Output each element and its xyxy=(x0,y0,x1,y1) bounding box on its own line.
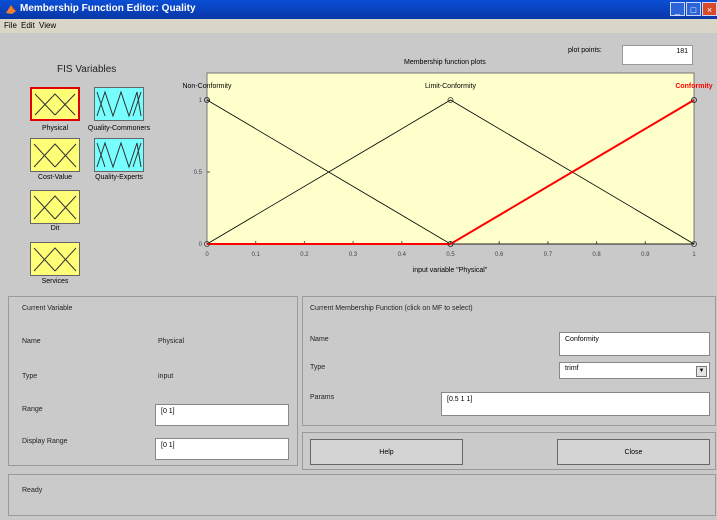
membership-function-plot[interactable]: 0 0.1 0.2 0.3 0.4 0.5 0.6 0.7 0.8 0.9 1 0 0.5 1 Non-… xyxy=(180,66,717,286)
x-tick-label: 0 xyxy=(205,252,209,258)
minimize-button[interactable]: _ xyxy=(670,2,685,16)
x-tick-label: 0.1 xyxy=(252,252,261,258)
display-range-input[interactable]: [0 1] xyxy=(155,438,289,460)
x-axis-label: input variable "Physical" xyxy=(413,267,488,274)
menu-edit[interactable]: Edit xyxy=(21,21,35,30)
fis-variables-heading: FIS Variables xyxy=(57,64,117,75)
mf-params-label: Params xyxy=(310,394,335,401)
mf-type-value: trimf xyxy=(565,365,579,372)
var-cost-value-button[interactable] xyxy=(30,138,80,172)
y-tick-label: 0.5 xyxy=(194,170,203,176)
mf-icon xyxy=(96,90,142,118)
range-input[interactable]: [0 1] xyxy=(155,404,289,426)
var-name-label: Name xyxy=(22,338,41,345)
var-dit-label: Dit xyxy=(50,225,60,232)
x-tick-label: 0.3 xyxy=(349,252,358,258)
close-window-button[interactable]: × xyxy=(702,2,717,16)
mf-icon xyxy=(33,247,77,272)
current-variable-heading: Current Variable xyxy=(22,305,73,312)
var-range-label: Range xyxy=(22,406,43,413)
matlab-logo-icon xyxy=(6,5,16,14)
plot-points-input[interactable]: 181 xyxy=(622,45,693,65)
plot-area xyxy=(206,72,695,245)
var-quality-experts-label: Quality-Experts xyxy=(95,174,143,181)
title-bar: Membership Function Editor: Quality _ □ … xyxy=(0,0,717,19)
mf-label-limit-conformity[interactable]: Limit-Conformity xyxy=(425,83,476,90)
y-tick-label: 1 xyxy=(199,98,203,104)
maximize-button[interactable]: □ xyxy=(686,2,701,16)
x-tick-label: 0.7 xyxy=(544,252,553,258)
mf-name-input[interactable]: Conformity xyxy=(559,332,710,356)
close-button[interactable]: Close xyxy=(557,439,710,465)
mf-name-label: Name xyxy=(310,336,329,343)
x-tick-label: 0.5 xyxy=(446,252,455,258)
status-panel xyxy=(8,474,716,516)
x-tick-label: 0.4 xyxy=(398,252,407,258)
var-quality-commoners-button[interactable] xyxy=(94,87,144,121)
x-tick-label: 1 xyxy=(692,252,696,258)
var-type-label: Type xyxy=(22,373,38,380)
help-button[interactable]: Help xyxy=(310,439,463,465)
mf-type-select[interactable]: trimf ▼ xyxy=(559,362,710,379)
menu-view[interactable]: View xyxy=(39,21,56,30)
chevron-down-icon[interactable]: ▼ xyxy=(696,366,707,377)
window-title: Membership Function Editor: Quality xyxy=(20,3,196,14)
var-services-label: Services xyxy=(41,278,69,285)
plot-title: Membership function plots xyxy=(404,59,486,66)
plot-points-label: plot points: xyxy=(568,47,602,54)
mf-label-non-conformity[interactable]: Non-Conformity xyxy=(182,83,232,90)
var-services-button[interactable] xyxy=(30,242,80,276)
var-physical-button[interactable] xyxy=(30,87,80,121)
menu-file[interactable]: File xyxy=(4,21,17,30)
menu-bar: File Edit View xyxy=(0,19,717,33)
var-quality-experts-button[interactable] xyxy=(94,138,144,172)
mf-type-label: Type xyxy=(310,364,326,371)
mf-label-conformity[interactable]: Conformity xyxy=(675,83,712,90)
var-type-value: input xyxy=(158,373,174,380)
x-tick-label: 0.8 xyxy=(592,252,601,258)
var-name-value: Physical xyxy=(158,338,185,345)
x-tick-label: 0.2 xyxy=(300,252,309,258)
x-tick-label: 0.9 xyxy=(641,252,650,258)
x-tick-label: 0.6 xyxy=(495,252,504,258)
mf-icon xyxy=(33,143,77,168)
mf-icon xyxy=(34,93,76,116)
mf-icon xyxy=(96,141,142,169)
mf-params-input[interactable]: [0.5 1 1] xyxy=(441,392,710,416)
status-text: Ready xyxy=(22,487,43,494)
y-tick-label: 0 xyxy=(199,242,203,248)
current-mf-heading: Current Membership Function (click on MF… xyxy=(310,305,473,312)
var-dit-button[interactable] xyxy=(30,190,80,224)
mf-icon xyxy=(33,195,77,220)
display-range-label: Display Range xyxy=(22,438,68,445)
var-quality-commoners-label: Quality-Commoners xyxy=(87,125,151,132)
